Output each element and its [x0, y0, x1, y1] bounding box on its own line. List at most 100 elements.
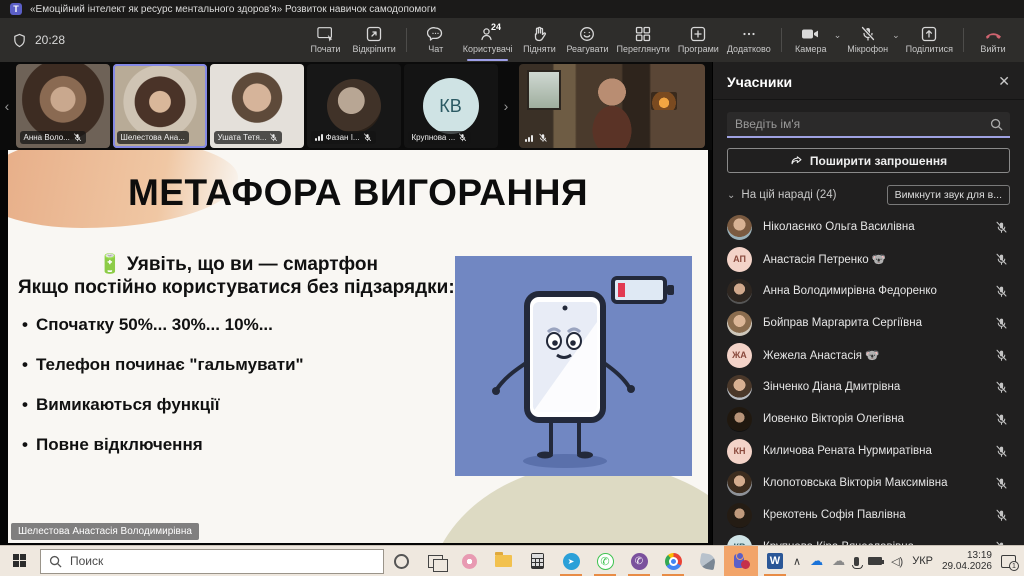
- flower-app-icon[interactable]: [452, 546, 486, 576]
- raise-hand-button[interactable]: Підняти: [516, 18, 562, 62]
- unpin-button[interactable]: Відкріпити: [349, 18, 400, 62]
- filmstrip-prev-chevron[interactable]: ‹: [0, 98, 14, 114]
- search-icon: [49, 555, 62, 568]
- in-meeting-section-label: На цій нараді (24): [741, 189, 880, 201]
- video-tile[interactable]: Ушата Тетя...: [210, 64, 304, 148]
- signal-bars-icon: [525, 135, 533, 142]
- shared-presentation-slide: МЕТАФОРА ВИГОРАННЯ 🔋 Уявіть, що ви — сма…: [8, 150, 708, 543]
- taskbar-search-box[interactable]: Поиск: [40, 549, 384, 574]
- tray-mic-icon[interactable]: [854, 557, 859, 566]
- mic-muted-icon: [458, 133, 467, 142]
- participant-row[interactable]: Крекотень Софія Павлівна: [713, 499, 1024, 531]
- cloud-icon[interactable]: ☁: [832, 553, 845, 569]
- close-panel-icon[interactable]: ✕: [998, 73, 1010, 90]
- participant-name: Анастасія Петренко 🐨: [763, 252, 984, 266]
- participant-row[interactable]: Йовенко Вікторія Олегівна: [713, 403, 1024, 435]
- participant-name: Ніколаєнко Ольга Василівна: [763, 221, 984, 233]
- word-icon[interactable]: W: [758, 546, 792, 576]
- taskbar-search-placeholder: Поиск: [70, 554, 103, 568]
- toolbar-divider: [963, 28, 964, 52]
- tray-expand-chevron[interactable]: ∧: [793, 555, 801, 568]
- mic-muted-icon: [995, 445, 1008, 458]
- signal-bars-icon: [315, 134, 323, 141]
- share-button[interactable]: Поділитися: [902, 18, 957, 62]
- task-view-icon[interactable]: [418, 546, 452, 576]
- battery-icon[interactable]: [868, 557, 882, 565]
- slide-lead-line-2: Якщо постійно користуватися без підзаряд…: [18, 277, 458, 299]
- mic-options-chevron[interactable]: ⌄: [892, 30, 900, 41]
- slide-bullet: Повне відключення: [36, 435, 458, 455]
- leave-button[interactable]: Вийти: [970, 18, 1016, 62]
- slide-lead-line-1: 🔋 Уявіть, що ви — смартфон: [18, 252, 458, 276]
- language-indicator[interactable]: УКР: [912, 555, 933, 567]
- teams-logo-icon: [10, 3, 22, 15]
- tile-name-label: Шелестова Ана...: [117, 131, 189, 144]
- camera-button[interactable]: Камера: [788, 18, 834, 62]
- participant-search-input[interactable]: [727, 112, 1010, 138]
- apps-button[interactable]: Програми: [674, 18, 723, 62]
- notification-badge: 1: [1009, 561, 1019, 571]
- participant-row[interactable]: Ніколаєнко Ольга Василівна: [713, 211, 1024, 243]
- mic-button[interactable]: Мікрофон: [843, 18, 892, 62]
- meeting-title: «Емоційний інтелект як ресурс ментальног…: [30, 4, 436, 15]
- notification-center-icon[interactable]: 1: [1001, 555, 1016, 568]
- participant-name: Зінченко Діана Дмитрівна: [763, 381, 984, 393]
- onedrive-icon[interactable]: ☁: [810, 553, 823, 569]
- participant-row[interactable]: КВКрупнова Кіра Вячеславівна: [713, 531, 1024, 545]
- avatar: ЖА: [727, 343, 752, 368]
- chrome-icon[interactable]: [656, 546, 690, 576]
- pinned-video-tile[interactable]: [519, 64, 705, 148]
- viber-icon[interactable]: [622, 546, 656, 576]
- share-invite-button[interactable]: Поширити запрошення: [727, 148, 1010, 174]
- video-tile[interactable]: КВКрупнова ...: [404, 64, 498, 148]
- participant-video: [589, 78, 635, 148]
- participant-row[interactable]: ЖАЖежела Анастасія 🐨: [713, 339, 1024, 371]
- avatar: КН: [727, 439, 752, 464]
- calculator-icon[interactable]: [520, 546, 554, 576]
- record-button[interactable]: Почати: [303, 18, 349, 62]
- slide-bullet: Вимикаються функції: [36, 395, 458, 415]
- video-tile[interactable]: Анна Воло...: [16, 64, 110, 148]
- mute-all-button[interactable]: Вимкнути звук для в...: [887, 185, 1010, 205]
- view-button[interactable]: Переглянути: [612, 18, 673, 62]
- mic-muted-icon: [363, 133, 372, 142]
- whatsapp-icon[interactable]: [588, 546, 622, 576]
- camera-options-chevron[interactable]: ⌄: [834, 30, 842, 41]
- phone-illustration: [455, 256, 692, 476]
- paint-app-icon[interactable]: [690, 546, 724, 576]
- clock[interactable]: 13:19 29.04.2026: [942, 550, 992, 572]
- avatar: [727, 503, 752, 528]
- volume-icon[interactable]: ◁): [891, 555, 903, 568]
- filmstrip-next-chevron[interactable]: ›: [499, 98, 513, 114]
- tray-date: 29.04.2026: [942, 561, 992, 572]
- participant-row[interactable]: КНКиличова Рената Нурмиратівна: [713, 435, 1024, 467]
- avatar: [727, 311, 752, 336]
- cortana-icon[interactable]: [384, 546, 418, 576]
- tile-name-label: Фазан І...: [311, 131, 376, 144]
- avatar: [727, 279, 752, 304]
- file-explorer-icon[interactable]: [486, 546, 520, 576]
- avatar: [727, 471, 752, 496]
- participant-row[interactable]: Бойправ Маргарита Сергіївна: [713, 307, 1024, 339]
- telegram-icon[interactable]: [554, 546, 588, 576]
- people-button[interactable]: 24 Користувачі: [459, 18, 517, 62]
- mic-muted-icon: [995, 317, 1008, 330]
- chat-button[interactable]: Чат: [413, 18, 459, 62]
- react-button[interactable]: Реагувати: [562, 18, 612, 62]
- participant-list: Ніколаєнко Ольга Василівна АПАнастасія Пе…: [713, 209, 1024, 545]
- participant-row[interactable]: Анна Володимирівна Федоренко: [713, 275, 1024, 307]
- participant-row[interactable]: Зінченко Діана Дмитрівна: [713, 371, 1024, 403]
- teams-taskbar-icon[interactable]: [724, 546, 758, 576]
- video-tile[interactable]: Шелестова Ана...: [113, 64, 207, 148]
- virtual-bg-window: [527, 70, 561, 110]
- start-button[interactable]: [0, 546, 40, 576]
- mic-muted-icon: [73, 133, 82, 142]
- more-button[interactable]: Додатково: [723, 18, 775, 62]
- participant-row[interactable]: Клопотовська Вікторія Максимівна: [713, 467, 1024, 499]
- video-tile[interactable]: Фазан І...: [307, 64, 401, 148]
- slide-title: МЕТАФОРА ВИГОРАННЯ: [8, 172, 708, 214]
- mic-muted-icon: [995, 253, 1008, 266]
- participant-row[interactable]: АПАнастасія Петренко 🐨: [713, 243, 1024, 275]
- mic-muted-icon: [995, 381, 1008, 394]
- section-chevron-icon[interactable]: ⌄: [727, 190, 735, 201]
